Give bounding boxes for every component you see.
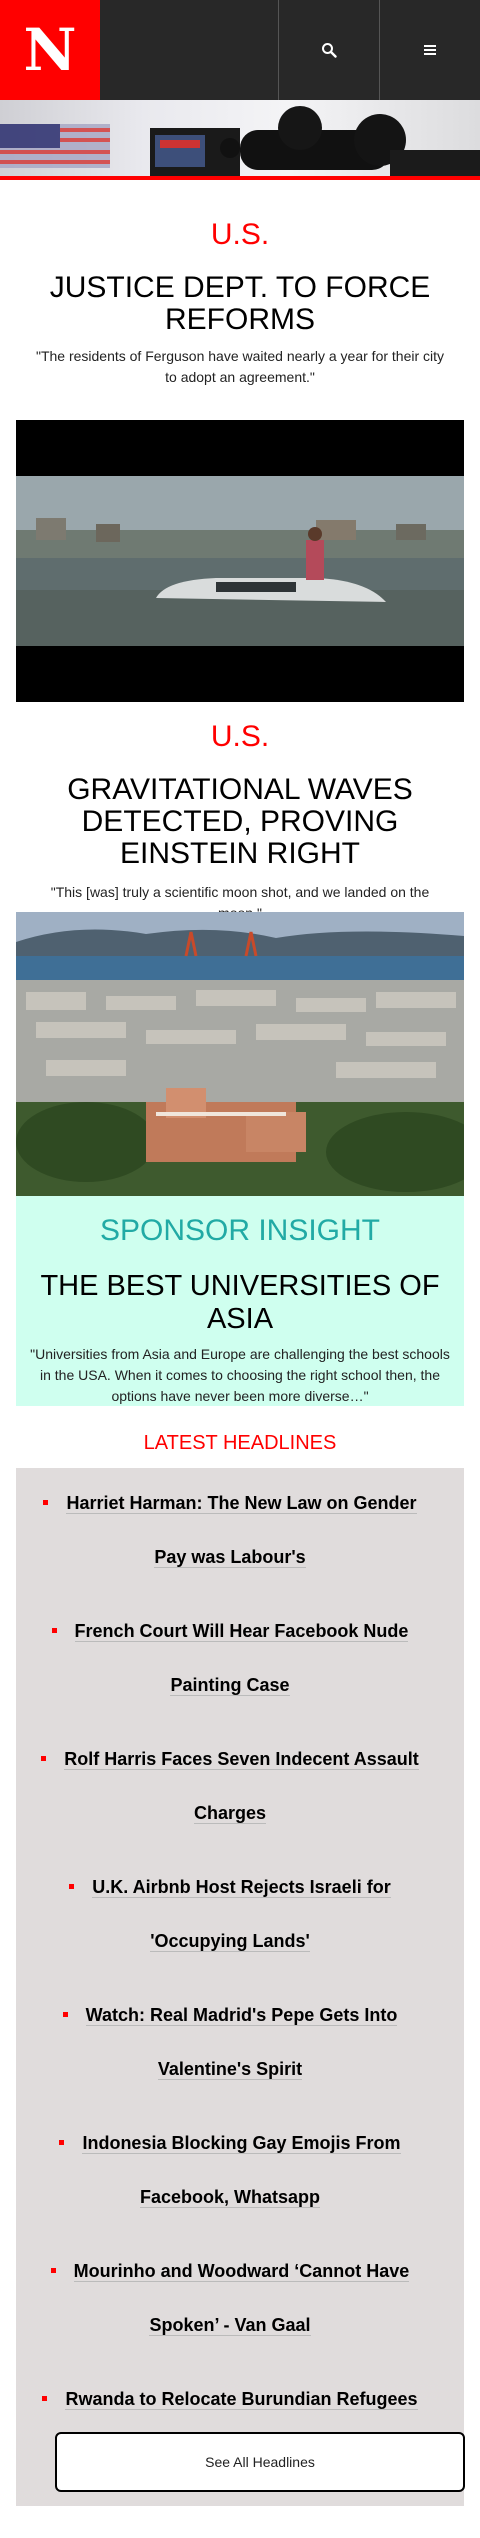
site-header: N	[0, 0, 480, 100]
headline-link[interactable]: Rolf Harris Faces Seven Indecent Assault…	[30, 1732, 430, 1840]
story-dek: "The residents of Ferguson have waited n…	[35, 348, 445, 385]
story-category[interactable]: U.S.	[0, 720, 480, 754]
camera-flag-illustration	[0, 106, 480, 180]
sponsor-dek: "Universities from Asia and Europe are c…	[30, 1346, 450, 1404]
story-image-flood[interactable]	[16, 420, 464, 702]
bullet-icon	[42, 2395, 48, 2401]
bullet-icon	[62, 2011, 68, 2017]
bullet-icon	[50, 2267, 56, 2273]
site-logo[interactable]: N	[0, 0, 100, 100]
search-icon	[322, 43, 337, 58]
sponsor-headline[interactable]: THE BEST UNIVERSITIES OF ASIA	[26, 1270, 454, 1336]
headline-link[interactable]: U.K. Airbnb Host Rejects Israeli for 'Oc…	[30, 1860, 430, 1968]
latest-headlines-title: LATEST HEADLINES	[143, 1432, 337, 1454]
story-category[interactable]: U.S.	[0, 218, 480, 252]
headline-link[interactable]: French Court Will Hear Facebook Nude Pai…	[30, 1604, 430, 1712]
see-all-headlines-button[interactable]: See All Headlines	[55, 2432, 465, 2492]
headline-link[interactable]: Indonesia Blocking Gay Emojis From Faceb…	[30, 2116, 430, 2224]
headline-link[interactable]: Rwanda to Relocate Burundian Refugees	[30, 2372, 430, 2426]
story-headline[interactable]: GRAVITATIONAL WAVES DETECTED, PROVING EI…	[30, 774, 450, 870]
story-headline[interactable]: JUSTICE DEPT. TO FORCE REFORMS	[30, 272, 450, 336]
hamburger-menu-icon	[424, 45, 436, 55]
bullet-icon	[43, 1499, 49, 1505]
headline-link[interactable]: Mourinho and Woodward ‘Cannot Have Spoke…	[30, 2244, 430, 2352]
bullet-icon	[59, 2139, 65, 2145]
story-image-city[interactable]	[16, 912, 464, 1196]
banner-divider	[0, 176, 480, 180]
headline-link[interactable]: Watch: Real Madrid's Pepe Gets Into Vale…	[30, 1988, 430, 2096]
sponsor-insight-card[interactable]: SPONSOR INSIGHT THE BEST UNIVERSITIES OF…	[16, 1196, 464, 1406]
banner-image	[0, 100, 480, 180]
headline-link[interactable]: Harriet Harman: The New Law on Gender Pa…	[30, 1476, 430, 1584]
bullet-icon	[69, 1883, 75, 1889]
bullet-icon	[41, 1755, 47, 1761]
bullet-icon	[51, 1627, 57, 1633]
search-button[interactable]	[278, 0, 379, 100]
menu-button[interactable]	[379, 0, 480, 100]
sponsor-label: SPONSOR INSIGHT	[99, 1214, 381, 1247]
